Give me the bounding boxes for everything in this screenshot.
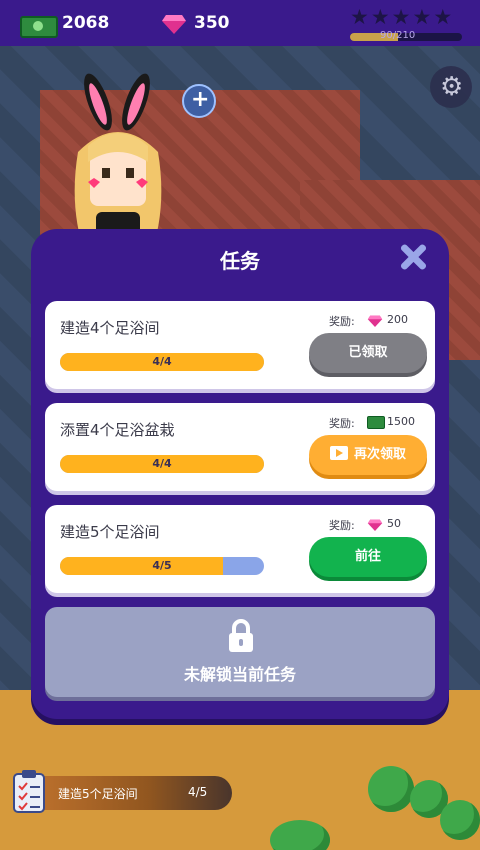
tracker-progress-text: 4/5	[188, 785, 208, 799]
go-button[interactable]: 前往	[309, 537, 427, 577]
task-progress-text: 4/4	[152, 457, 172, 470]
reward-value: 50	[387, 517, 401, 530]
task-card: 添置4个足浴盆栽 4/4 奖励: 1500 再次领取	[45, 403, 435, 491]
task-name: 建造4个足浴间	[60, 319, 160, 337]
current-task-tracker[interactable]: 建造5个足浴间 4/5	[10, 768, 232, 818]
locked-task-card: 未解锁当前任务	[45, 607, 435, 697]
tracker-task-name: 建造5个足浴间	[58, 787, 138, 801]
task-progress-text: 4/5	[152, 559, 172, 572]
gem-value: 350	[194, 13, 230, 33]
gem-icon	[367, 519, 383, 531]
locked-text: 未解锁当前任务	[183, 665, 296, 684]
reward-value: 1500	[387, 415, 415, 428]
task-name: 建造5个足浴间	[60, 523, 160, 541]
task-card: 建造4个足浴间 4/4 奖励: 200 已领取	[45, 301, 435, 389]
cash-icon	[367, 416, 385, 429]
star-icon: ★	[433, 5, 453, 29]
tree	[440, 800, 480, 840]
reward-label: 奖励:	[329, 315, 355, 328]
lock-icon	[229, 619, 253, 652]
plus-icon: +	[191, 87, 210, 112]
star-icon: ★	[370, 5, 390, 29]
task-name: 添置4个足浴盆栽	[60, 421, 175, 439]
claim-again-button[interactable]: 再次领取	[309, 435, 427, 475]
claim-again-label: 再次领取	[353, 447, 406, 462]
close-icon[interactable]	[397, 241, 429, 273]
reward-value: 200	[387, 313, 408, 326]
task-progress-bar: 4/4	[60, 455, 264, 473]
video-icon	[329, 446, 348, 460]
task-progress-bar: 4/4	[60, 353, 264, 371]
money-value: 2068	[62, 13, 110, 33]
clipboard-icon	[13, 770, 45, 813]
claimed-button[interactable]: 已领取	[309, 333, 427, 373]
reward-label: 奖励:	[329, 519, 355, 532]
task-dialog: 任务 建造4个足浴间 4/4 奖励: 200 已领取 添置4个足浴盆栽 4/4 …	[31, 229, 449, 719]
task-card: 建造5个足浴间 4/5 奖励: 50 前往	[45, 505, 435, 593]
xp-text: 90/210	[380, 30, 416, 41]
gem-icon	[162, 15, 186, 34]
reward-label: 奖励:	[329, 417, 355, 430]
resource-bar: 2068 350 ★ ★ ★ ★ ★ 90/210	[0, 0, 480, 46]
gem-icon	[367, 315, 383, 327]
task-progress-text: 4/4	[152, 355, 172, 368]
star-icon: ★	[412, 5, 432, 29]
gear-icon: ⚙	[440, 72, 464, 102]
cash-icon	[20, 16, 58, 38]
tree	[368, 766, 414, 812]
level-stars: ★ ★ ★ ★ ★	[350, 6, 452, 28]
task-progress-bar: 4/5	[60, 557, 264, 575]
star-icon: ★	[391, 5, 411, 29]
settings-button[interactable]: ⚙	[430, 66, 472, 108]
star-icon: ★	[350, 5, 369, 29]
dialog-title: 任务	[220, 249, 260, 273]
